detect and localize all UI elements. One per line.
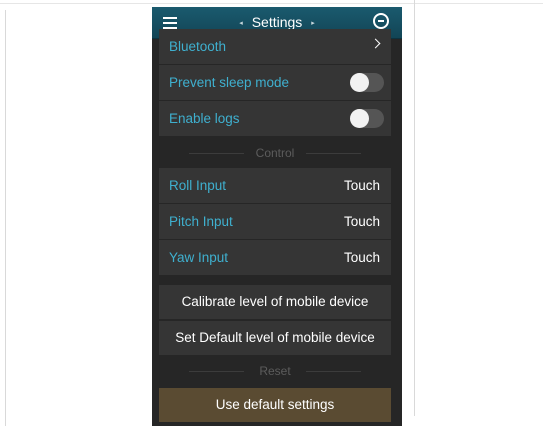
chevron-right-icon <box>370 38 381 49</box>
roll-input-row[interactable]: Roll Input Touch <box>159 168 391 203</box>
prevent-sleep-row: Prevent sleep mode <box>159 65 391 100</box>
roll-input-label: Roll Input <box>169 178 227 193</box>
bluetooth-row[interactable]: Bluetooth <box>159 29 391 64</box>
yaw-input-label: Yaw Input <box>169 250 229 265</box>
calibrate-level-button[interactable]: Calibrate level of mobile device <box>159 285 391 319</box>
toggle-knob <box>350 73 369 92</box>
enable-logs-row: Enable logs <box>159 101 391 136</box>
yaw-input-value: Touch <box>343 250 380 265</box>
pitch-input-value: Touch <box>343 214 380 229</box>
screenshot-canvas: ◂ Settings ▸ Bluetooth Prevent sleep mod… <box>0 0 543 426</box>
enable-logs-label: Enable logs <box>169 111 240 126</box>
control-section-header: Control <box>159 146 391 160</box>
top-divider <box>0 3 543 4</box>
page-title: Settings <box>251 14 303 30</box>
use-default-settings-button[interactable]: Use default settings <box>159 388 391 422</box>
reset-section-header: Reset <box>159 364 391 378</box>
next-arrow-icon[interactable]: ▸ <box>311 20 315 27</box>
hamburger-menu-icon[interactable] <box>163 17 177 29</box>
set-default-level-button[interactable]: Set Default level of mobile device <box>159 321 391 355</box>
right-frame-line <box>414 0 415 416</box>
pitch-input-row[interactable]: Pitch Input Touch <box>159 204 391 239</box>
minus-circle-icon[interactable] <box>373 13 389 29</box>
left-frame-line <box>5 10 6 426</box>
prevent-sleep-toggle[interactable] <box>350 73 384 92</box>
prevent-sleep-label: Prevent sleep mode <box>169 75 290 90</box>
prev-arrow-icon[interactable]: ◂ <box>239 20 243 27</box>
pitch-input-label: Pitch Input <box>169 214 233 229</box>
roll-input-value: Touch <box>343 178 380 193</box>
enable-logs-toggle[interactable] <box>350 109 384 128</box>
bluetooth-label: Bluetooth <box>169 39 227 54</box>
phone-screen: ◂ Settings ▸ Bluetooth Prevent sleep mod… <box>152 7 402 426</box>
toggle-knob <box>350 109 369 128</box>
yaw-input-row[interactable]: Yaw Input Touch <box>159 240 391 275</box>
